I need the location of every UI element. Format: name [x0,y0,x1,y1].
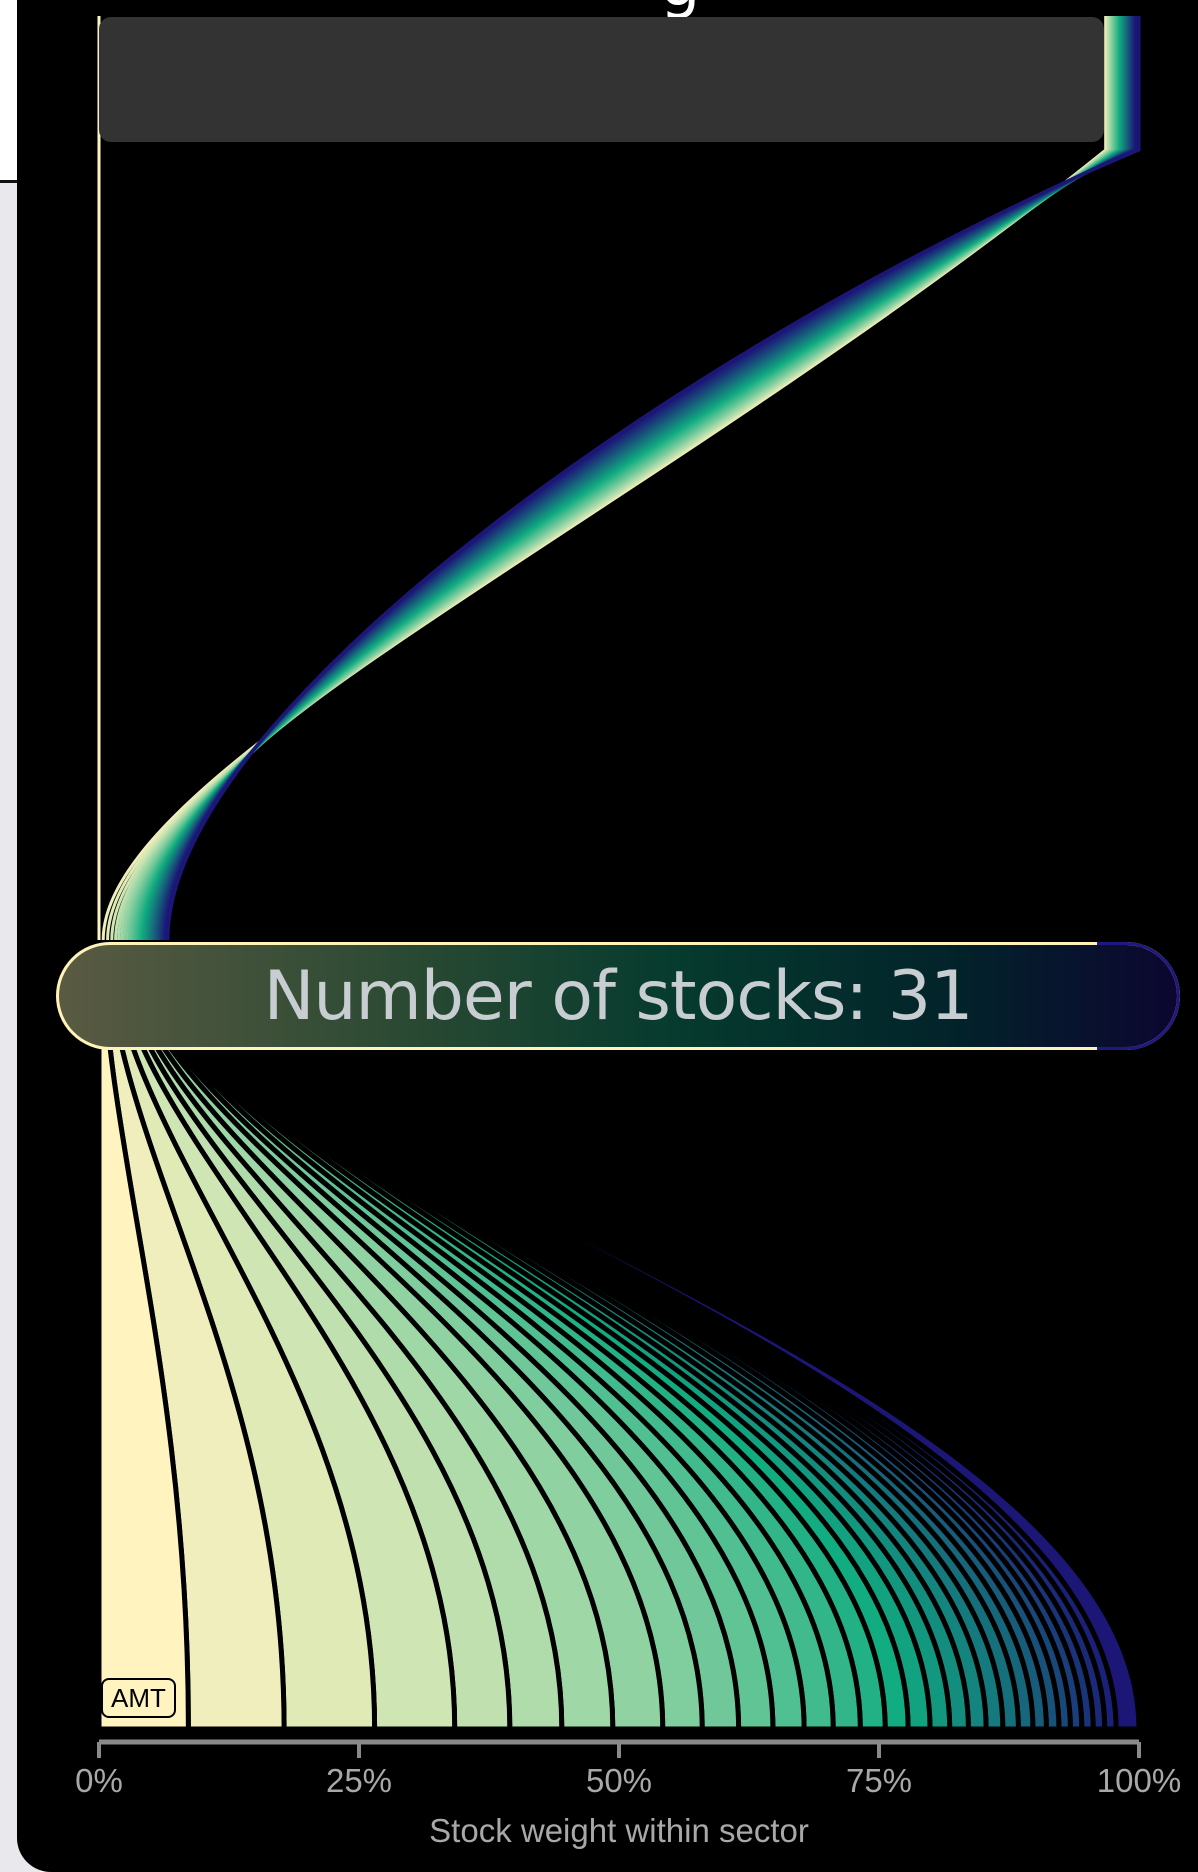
x-tick-label: 100% [1096,1762,1182,1799]
stock-count-slider[interactable]: Number of stocks: 31 [56,942,1180,1050]
weight-distribution-chart [17,0,1198,1758]
x-tick-label: 50% [585,1762,653,1799]
page: g Number of stocks: 31 AMT 0% 25% 50% 75… [0,0,1198,1872]
stock-count-label: Number of stocks: 31 [263,956,974,1036]
x-tick-label: 75% [845,1762,913,1799]
x-axis [97,1739,1141,1758]
search-input[interactable] [99,17,1104,142]
x-tick-label: 0% [75,1762,123,1799]
page-title-fragment: g [640,0,720,16]
x-tick-label: 25% [325,1762,393,1799]
stock-label-tag[interactable]: AMT [101,1678,176,1718]
x-axis-title: Stock weight within sector [429,1812,809,1849]
